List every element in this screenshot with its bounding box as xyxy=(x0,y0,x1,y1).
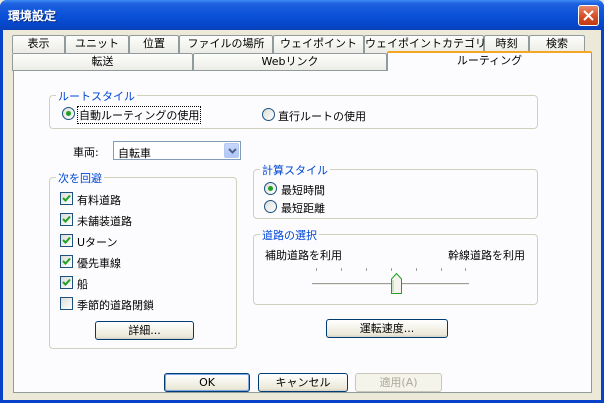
avoid-u-turns-label: Uターン xyxy=(77,236,118,249)
driving-speed-button[interactable]: 運転速度... xyxy=(326,319,448,338)
checkmark-icon xyxy=(62,236,71,244)
avoid-group: 次を回避 有料道路 未舗装道路 Uターン 優先車線 船 季節的道路閉鎖 詳細..… xyxy=(49,170,237,349)
vehicle-select[interactable]: 自転車 xyxy=(113,141,241,160)
cancel-button[interactable]: キャンセル xyxy=(258,373,348,392)
avoid-u-turns-checkbox[interactable] xyxy=(60,234,73,247)
checkmark-icon xyxy=(62,278,71,286)
routing-panel: ルートスタイル 自動ルーティングの使用 直行ルートの使用 車両: 自転車 次を回… xyxy=(13,70,592,393)
fastest-time-radio[interactable] xyxy=(264,182,277,195)
road-selection-label: 道路の選択 xyxy=(260,227,319,243)
slider-ticks xyxy=(316,268,466,272)
checkmark-icon xyxy=(62,194,71,202)
checkmark-icon xyxy=(62,215,71,223)
shortest-distance-radio[interactable] xyxy=(264,200,277,213)
secondary-roads-label: 補助道路を利用 xyxy=(265,249,342,262)
vehicle-label: 車両: xyxy=(73,146,99,159)
tab-position[interactable]: 位置 xyxy=(129,35,179,53)
avoid-ferries-checkbox[interactable] xyxy=(60,276,73,289)
avoid-ferries-label: 船 xyxy=(77,278,88,291)
checkmark-icon xyxy=(62,257,71,265)
avoid-seasonal-closures-checkbox[interactable] xyxy=(60,297,73,310)
road-selection-group: 道路の選択 補助道路を利用 幹線道路を利用 xyxy=(253,227,538,305)
tab-units[interactable]: ユニット xyxy=(65,35,129,53)
auto-routing-label: 自動ルーティングの使用 xyxy=(77,106,202,124)
tab-web-links[interactable]: Webリンク xyxy=(193,53,387,71)
tab-display[interactable]: 表示 xyxy=(12,35,65,53)
avoid-unpaved-roads-label: 未舗装道路 xyxy=(77,215,132,228)
calc-style-label: 計算スタイル xyxy=(260,162,330,178)
title-bar[interactable]: 環境設定 xyxy=(0,0,604,30)
window-title: 環境設定 xyxy=(8,9,57,23)
tab-file-locations[interactable]: ファイルの場所 xyxy=(179,35,273,53)
apply-button[interactable]: 適用(A) xyxy=(355,373,442,392)
details-button[interactable]: 詳細... xyxy=(95,321,194,340)
route-style-group: ルートスタイル 自動ルーティングの使用 直行ルートの使用 xyxy=(49,88,538,129)
preferences-window: 環境設定 表示 ユニット 位置 ファイルの場所 ウェイポイント ウェイポイントカ… xyxy=(0,0,604,403)
direct-route-radio[interactable] xyxy=(262,108,275,121)
close-button[interactable] xyxy=(578,5,599,26)
dialog-client: 表示 ユニット 位置 ファイルの場所 ウェイポイント ウェイポイントカテゴリ 時… xyxy=(3,30,601,400)
avoid-hov-lanes-checkbox[interactable] xyxy=(60,255,73,268)
auto-routing-radio[interactable] xyxy=(62,107,75,120)
road-preference-slider[interactable] xyxy=(391,273,402,294)
avoid-toll-roads-label: 有料道路 xyxy=(77,194,121,207)
dropdown-arrow-button[interactable] xyxy=(224,143,239,158)
ok-button[interactable]: OK xyxy=(164,373,250,392)
fastest-time-label: 最短時間 xyxy=(281,184,325,197)
shortest-distance-label: 最短距離 xyxy=(281,202,325,215)
calc-style-group: 計算スタイル 最短時間 最短距離 xyxy=(253,162,538,219)
avoid-label: 次を回避 xyxy=(56,170,104,186)
tab-routing[interactable]: ルーティング xyxy=(387,51,592,71)
tab-transfer[interactable]: 転送 xyxy=(12,53,193,71)
direct-route-label: 直行ルートの使用 xyxy=(278,110,366,123)
avoid-toll-roads-checkbox[interactable] xyxy=(60,192,73,205)
chevron-down-icon xyxy=(228,148,237,154)
avoid-unpaved-roads-checkbox[interactable] xyxy=(60,213,73,226)
avoid-seasonal-closures-label: 季節的道路閉鎖 xyxy=(77,299,154,312)
tab-waypoints[interactable]: ウェイポイント xyxy=(273,35,364,53)
close-icon xyxy=(583,10,594,21)
route-style-label: ルートスタイル xyxy=(56,88,137,104)
vehicle-value: 自転車 xyxy=(118,147,151,160)
avoid-hov-lanes-label: 優先車線 xyxy=(77,257,121,270)
major-roads-label: 幹線道路を利用 xyxy=(448,249,525,262)
